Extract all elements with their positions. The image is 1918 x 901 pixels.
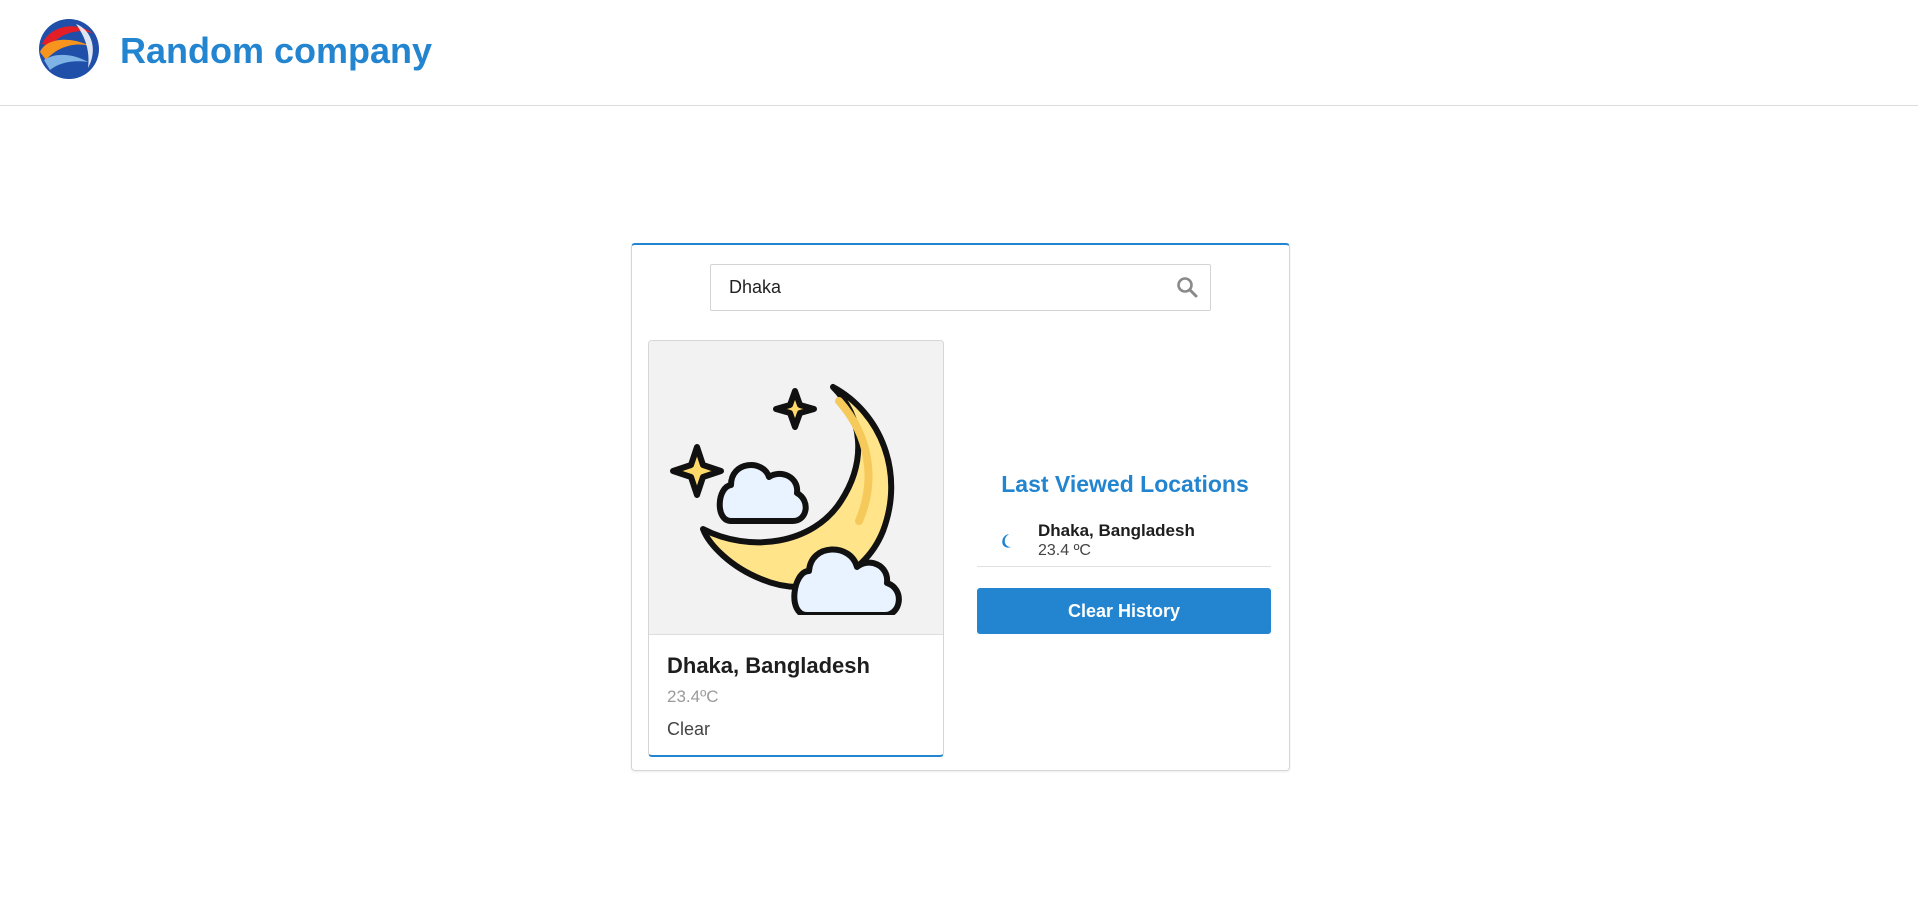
- weather-card: Dhaka, Bangladesh 23.4ºC Clear: [648, 340, 944, 757]
- history-section: Last Viewed Locations Dhaka, Bangladesh …: [977, 245, 1273, 773]
- card-condition: Clear: [667, 719, 711, 739]
- company-logo-icon[interactable]: [36, 16, 102, 82]
- history-item[interactable]: Dhaka, Bangladesh 23.4 ºC: [977, 517, 1271, 567]
- history-item-temperature: 23.4 ºC: [1038, 542, 1091, 559]
- brand-name[interactable]: Random company: [120, 30, 432, 72]
- history-item-location: Dhaka, Bangladesh: [1038, 521, 1195, 540]
- card-location: Dhaka, Bangladesh: [667, 653, 870, 678]
- moon-stars-clouds-icon: [670, 384, 902, 615]
- moon-icon: [1002, 534, 1011, 548]
- weather-panel: Dhaka, Bangladesh 23.4ºC Clear Last View…: [631, 243, 1290, 771]
- top-bar: Random company: [0, 0, 1918, 106]
- history-title: Last Viewed Locations: [1001, 471, 1249, 497]
- card-temperature: 23.4ºC: [667, 687, 719, 706]
- clear-history-button[interactable]: Clear History: [977, 588, 1271, 634]
- weather-image: [649, 341, 943, 635]
